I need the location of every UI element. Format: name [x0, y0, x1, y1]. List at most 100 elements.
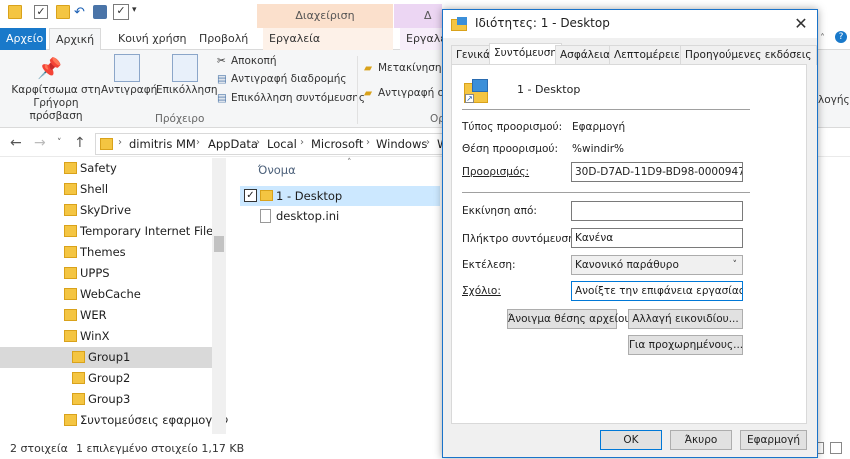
properties-icon[interactable]: ✓	[34, 5, 48, 19]
folder-icon	[64, 183, 77, 195]
dialog-titlebar[interactable]: Ιδιότητες: 1 - Desktop ✕	[443, 10, 817, 38]
tab-view[interactable]: Προβολή	[193, 28, 254, 50]
checkbox-icon[interactable]: ✓	[244, 189, 257, 202]
help-icon[interactable]: ?	[835, 31, 847, 43]
comment-field[interactable]: Ανοίξτε την επιφάνεια εργασίας	[571, 281, 743, 301]
tree-item[interactable]: Συντομεύσεις εφαρμογών	[0, 410, 228, 431]
select-group-partial[interactable]: λογής	[818, 94, 850, 106]
tab-file[interactable]: Αρχείο	[0, 28, 46, 50]
breadcrumb-separator[interactable]: ›	[118, 137, 122, 148]
tree-item[interactable]: Themes	[0, 242, 212, 263]
tree-item[interactable]: WER	[0, 305, 212, 326]
tab-previous-versions[interactable]: Προηγούμενες εκδόσεις	[680, 45, 817, 65]
new-folder-icon[interactable]	[56, 5, 70, 19]
copy-to-icon: ▰	[364, 87, 373, 99]
tab-share[interactable]: Κοινή χρήση	[112, 28, 193, 50]
tree-item[interactable]: Group1	[0, 347, 212, 368]
copy-to-label[interactable]: Αντιγραφή σε	[378, 87, 450, 99]
folder-icon[interactable]	[8, 5, 22, 19]
advanced-button[interactable]: Για προχωρημένους...	[628, 335, 743, 355]
shortcut-key-label: Πλήκτρο συντόμευσης:	[462, 233, 585, 245]
tab-details[interactable]: Λεπτομέρειες	[609, 45, 692, 65]
tree-item[interactable]: Temporary Internet Files	[0, 221, 219, 242]
address-bar[interactable]: › dimitris MM › AppData › Local › Micros…	[95, 133, 455, 155]
breadcrumb-separator[interactable]: ›	[366, 137, 370, 148]
breadcrumb-separator[interactable]: ›	[426, 137, 430, 148]
tree-item[interactable]: Safety	[0, 158, 212, 179]
tree-item[interactable]: WebCache	[0, 284, 212, 305]
context-tab-manage[interactable]: Διαχείριση	[257, 4, 393, 28]
shortcut-key-field[interactable]: Κανένα	[571, 228, 743, 248]
context-tab-partial[interactable]: Δ	[394, 4, 442, 28]
move-to-label[interactable]: Μετακίνηση σ	[378, 62, 452, 74]
breadcrumb-local[interactable]: Local	[267, 137, 297, 151]
undo-icon[interactable]: ↶	[74, 5, 88, 20]
apply-button[interactable]: Εφαρμογή	[740, 430, 807, 450]
rename-icon[interactable]	[93, 5, 107, 19]
group-clipboard-label: Πρόχειρο	[155, 113, 205, 125]
paste-shortcut-label[interactable]: Επικόλληση συντόμευσης	[231, 92, 365, 104]
target-type-label: Τύπος προορισμού:	[462, 121, 563, 133]
tree-item[interactable]: SkyDrive	[0, 200, 212, 221]
pin-icon[interactable]: 📌	[37, 56, 63, 84]
settings-file-icon	[260, 209, 271, 223]
cancel-button[interactable]: Άκυρο	[670, 430, 732, 450]
tab-home[interactable]: Αρχική	[49, 28, 102, 51]
forward-icon[interactable]: →	[34, 135, 46, 151]
tree-scrollbar[interactable]	[212, 158, 226, 434]
tree-item-label: Συντομεύσεις εφαρμογών	[80, 413, 229, 427]
tree-item-label: WER	[80, 308, 107, 322]
dialog-title: Ιδιότητες: 1 - Desktop	[475, 16, 610, 30]
select-all-area[interactable]	[240, 158, 256, 182]
copy-path-label[interactable]: Αντιγραφή διαδρομής	[231, 73, 347, 85]
pin-quick-access-label[interactable]: Καρφίτσωμα στη Γρήγορη πρόσβαση	[10, 84, 102, 123]
collapse-ribbon-icon[interactable]: ˄	[820, 33, 825, 44]
tree-item-label: WebCache	[80, 287, 141, 301]
ok-button[interactable]: OK	[600, 430, 662, 450]
tree-item[interactable]: Group2	[0, 368, 212, 389]
recent-locations-icon[interactable]: ˅	[57, 138, 62, 148]
large-icons-view-icon[interactable]	[830, 442, 842, 454]
file-row[interactable]: ✓ 1 - Desktop	[240, 186, 440, 206]
target-field[interactable]: 30D-D7AD-11D9-BD98-0000947B0257}	[571, 162, 743, 182]
tab-shortcut-tools[interactable]: Εργαλεία συντομεύσεων	[263, 28, 393, 67]
folder-icon	[64, 225, 77, 237]
cut-label[interactable]: Αποκοπή	[231, 55, 277, 67]
breadcrumb-microsoft[interactable]: Microsoft	[311, 137, 363, 151]
copy-icon[interactable]	[114, 54, 140, 82]
tab-security[interactable]: Ασφάλεια	[555, 45, 616, 65]
breadcrumb-separator[interactable]: ›	[196, 137, 200, 148]
tree-item-label: Safety	[80, 161, 117, 175]
move-to-icon: ▰	[364, 62, 373, 74]
breadcrumb-appdata[interactable]: AppData	[208, 137, 258, 151]
start-in-field[interactable]	[571, 201, 743, 221]
paste-label[interactable]: Επικόλληση	[156, 84, 218, 96]
select-icon[interactable]: ✓	[113, 4, 129, 20]
breadcrumb-separator[interactable]: ›	[300, 137, 304, 148]
customize-qat-icon[interactable]: ▾	[132, 5, 146, 19]
folder-icon	[64, 162, 77, 174]
status-item-count: 2 στοιχεία	[10, 442, 68, 455]
tree-item[interactable]: WinX	[0, 326, 212, 347]
close-icon[interactable]: ✕	[789, 12, 813, 36]
tab-shortcut[interactable]: Συντόμευση	[489, 43, 563, 65]
run-select[interactable]: Κανονικό παράθυρο ˅	[571, 255, 743, 275]
tree-scrollbar-thumb[interactable]	[214, 236, 224, 252]
breadcrumb-windows[interactable]: Windows	[376, 137, 427, 151]
back-icon[interactable]: ←	[10, 135, 22, 151]
sort-chevron-icon[interactable]: ˄	[347, 158, 352, 168]
change-icon-button[interactable]: Αλλαγή εικονιδίου...	[628, 309, 743, 329]
file-row[interactable]: desktop.ini	[240, 206, 440, 226]
folder-icon	[72, 351, 85, 363]
copy-label[interactable]: Αντιγραφή	[101, 84, 157, 96]
tree-item[interactable]: Group3	[0, 389, 212, 410]
paste-icon[interactable]	[172, 54, 198, 82]
tree-item[interactable]: UPPS	[0, 263, 212, 284]
open-file-location-button[interactable]: Άνοιγμα θέσης αρχείου	[507, 309, 631, 329]
up-icon[interactable]: ↑	[74, 135, 86, 151]
breadcrumb-dimitris[interactable]: dimitris MM	[129, 137, 196, 151]
tree-item[interactable]: Shell	[0, 179, 212, 200]
column-header-name[interactable]: Όνομα	[258, 163, 296, 177]
breadcrumb-separator[interactable]: ›	[256, 137, 260, 148]
folder-icon	[72, 372, 85, 384]
